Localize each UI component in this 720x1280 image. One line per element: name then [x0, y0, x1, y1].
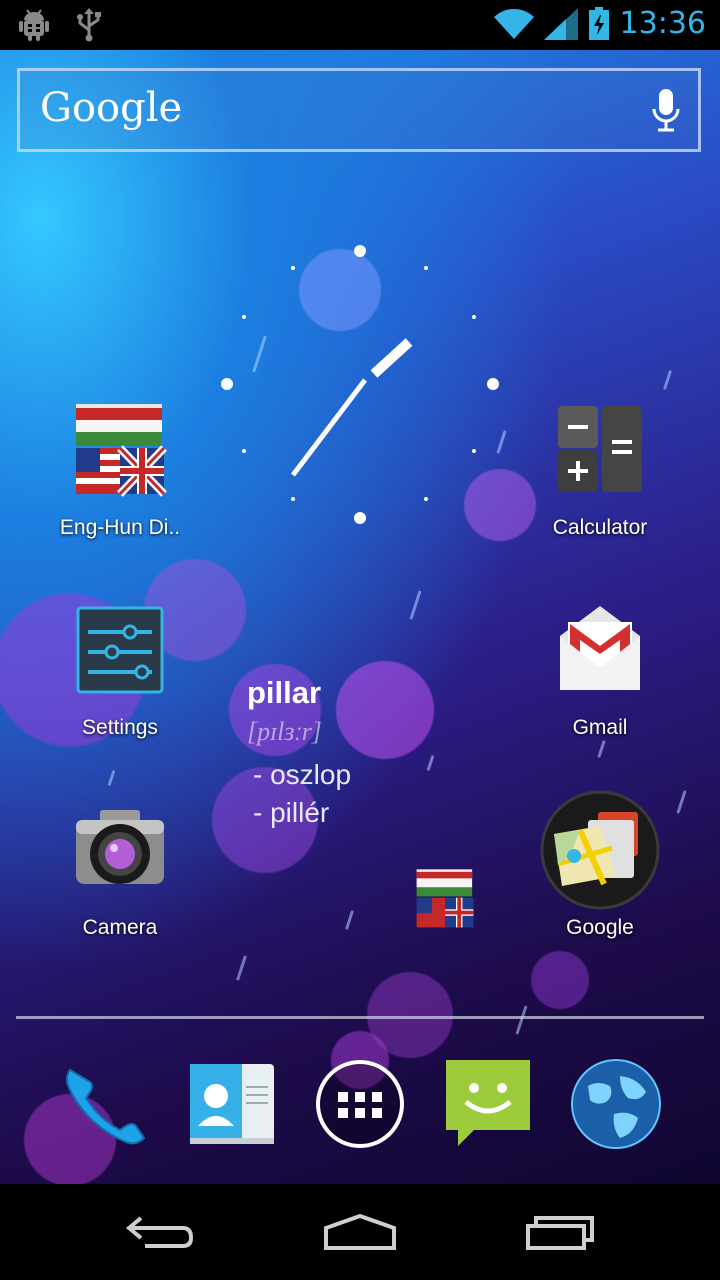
minute-hand — [291, 378, 367, 477]
recent-apps-icon — [526, 1216, 594, 1250]
signal-icon — [543, 7, 578, 40]
eng-hun-dictionary-icon — [72, 402, 168, 498]
app-label: Settings — [82, 716, 158, 739]
analog-clock-widget[interactable] — [200, 230, 520, 540]
usb-icon — [77, 8, 101, 42]
dock-app-drawer[interactable] — [312, 1056, 408, 1152]
recent-apps-button[interactable] — [440, 1184, 680, 1280]
app-google-folder[interactable]: Google — [520, 790, 680, 940]
camera-icon — [72, 802, 168, 898]
dictionary-widget-icon[interactable] — [414, 868, 476, 930]
dock-contacts[interactable] — [184, 1056, 280, 1152]
home-screen: 13:36 Google Eng-Hun Di.. Calculator Set… — [0, 0, 720, 1280]
messaging-icon — [446, 1060, 530, 1146]
dictionary-widget[interactable]: pillar [pɪlɜːr] - oszlop - pillér — [247, 675, 447, 829]
gmail-icon — [552, 602, 648, 698]
status-time: 13:36 — [619, 6, 706, 41]
dock-messaging[interactable] — [440, 1056, 536, 1152]
dictionary-word: pillar — [247, 675, 322, 710]
dictionary-pronunciation: [pɪlɜːr] — [247, 717, 322, 746]
app-label: Google — [566, 916, 634, 939]
dock-phone[interactable] — [56, 1056, 152, 1152]
hour-hand — [370, 338, 413, 378]
dictionary-definition: - pillér — [253, 797, 330, 828]
status-bar: 13:36 — [0, 0, 720, 50]
phone-icon — [66, 1068, 146, 1145]
app-settings[interactable]: Settings — [40, 602, 200, 740]
google-logo: Google — [40, 85, 183, 131]
google-folder-icon — [540, 790, 660, 910]
app-label: Gmail — [572, 716, 628, 739]
app-label: Camera — [82, 916, 158, 939]
app-gmail[interactable]: Gmail — [520, 602, 680, 740]
app-label: Calculator — [552, 516, 648, 539]
android-debug-icon — [19, 9, 49, 41]
google-search-bar[interactable]: Google — [17, 68, 701, 152]
dictionary-definition: - oszlop — [253, 759, 352, 790]
dock-divider — [16, 1016, 704, 1019]
home-icon — [324, 1213, 396, 1250]
dock-browser[interactable] — [568, 1056, 664, 1152]
wifi-icon — [493, 8, 534, 39]
settings-icon — [72, 602, 168, 698]
all-apps-icon — [316, 1060, 404, 1148]
contacts-icon — [190, 1064, 274, 1144]
calculator-icon — [552, 402, 648, 498]
browser-globe-icon — [571, 1059, 661, 1149]
app-label: Eng-Hun Di.. — [59, 516, 181, 539]
app-camera[interactable]: Camera — [40, 802, 200, 940]
app-eng-hun-dictionary[interactable]: Eng-Hun Di.. — [40, 402, 200, 540]
battery-charging-icon — [588, 6, 609, 40]
microphone-icon[interactable] — [652, 89, 680, 135]
navigation-bar — [0, 1184, 720, 1280]
back-icon — [125, 1216, 194, 1248]
app-calculator[interactable]: Calculator — [520, 402, 680, 540]
